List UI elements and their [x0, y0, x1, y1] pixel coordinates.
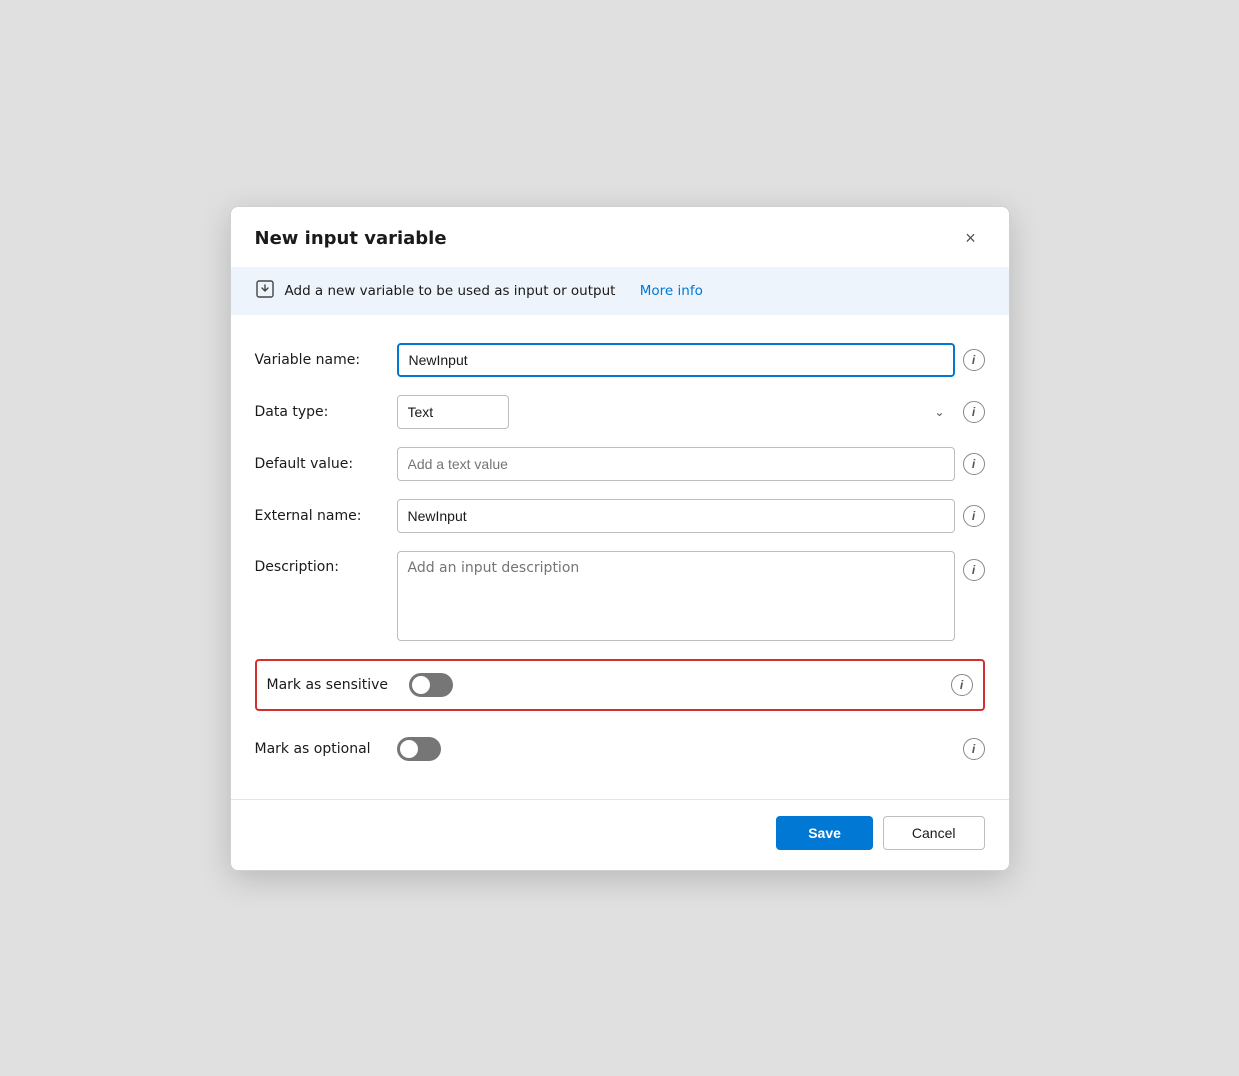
chevron-down-icon: ⌄	[934, 405, 944, 419]
default-value-row: Default value: i	[255, 447, 985, 481]
more-info-link[interactable]: More info	[640, 283, 703, 299]
description-row: Description: i	[255, 551, 985, 641]
default-value-info-button[interactable]: i	[963, 453, 985, 475]
cancel-button[interactable]: Cancel	[883, 816, 985, 850]
dialog-footer: Save Cancel	[231, 800, 1009, 870]
data-type-select-wrap: Text Number Boolean List Datarow Custom …	[397, 395, 955, 429]
data-type-label: Data type:	[255, 404, 385, 420]
mark-sensitive-controls: i	[409, 673, 973, 697]
toggle-knob-sensitive	[412, 676, 430, 694]
toggle-knob-optional	[400, 740, 418, 758]
description-label: Description:	[255, 551, 385, 575]
external-name-control: i	[397, 499, 985, 533]
mark-optional-label: Mark as optional	[255, 741, 385, 757]
variable-name-row: Variable name: i	[255, 343, 985, 377]
external-name-label: External name:	[255, 508, 385, 524]
data-type-control: Text Number Boolean List Datarow Custom …	[397, 395, 985, 429]
mark-sensitive-label: Mark as sensitive	[267, 677, 397, 693]
mark-optional-row: Mark as optional i	[255, 723, 985, 775]
info-banner: Add a new variable to be used as input o…	[231, 267, 1009, 315]
description-textarea[interactable]	[397, 551, 955, 641]
banner-text: Add a new variable to be used as input o…	[285, 283, 616, 299]
description-info-button[interactable]: i	[963, 559, 985, 581]
mark-optional-info-button[interactable]: i	[963, 738, 985, 760]
variable-name-info-button[interactable]: i	[963, 349, 985, 371]
variable-name-label: Variable name:	[255, 352, 385, 368]
external-name-info-button[interactable]: i	[963, 505, 985, 527]
external-name-input[interactable]	[397, 499, 955, 533]
save-button[interactable]: Save	[776, 816, 873, 850]
default-value-control: i	[397, 447, 985, 481]
new-input-variable-dialog: New input variable × Add a new variable …	[230, 206, 1010, 871]
default-value-input[interactable]	[397, 447, 955, 481]
external-name-row: External name: i	[255, 499, 985, 533]
default-value-label: Default value:	[255, 456, 385, 472]
mark-sensitive-row: Mark as sensitive i	[255, 659, 985, 711]
variable-name-control: i	[397, 343, 985, 377]
variable-name-input[interactable]	[397, 343, 955, 377]
dialog-header: New input variable ×	[231, 207, 1009, 267]
data-type-info-button[interactable]: i	[963, 401, 985, 423]
mark-sensitive-toggle[interactable]	[409, 673, 453, 697]
dialog-body: Variable name: i Data type: Text Number …	[231, 315, 1009, 791]
close-button[interactable]: ×	[957, 225, 985, 253]
mark-optional-controls: i	[397, 737, 985, 761]
data-type-row: Data type: Text Number Boolean List Data…	[255, 395, 985, 429]
mark-optional-toggle[interactable]	[397, 737, 441, 761]
dialog-title: New input variable	[255, 228, 447, 249]
data-type-select[interactable]: Text Number Boolean List Datarow Custom …	[397, 395, 509, 429]
description-control: i	[397, 551, 985, 641]
mark-sensitive-info-button[interactable]: i	[951, 674, 973, 696]
download-icon	[255, 279, 275, 303]
